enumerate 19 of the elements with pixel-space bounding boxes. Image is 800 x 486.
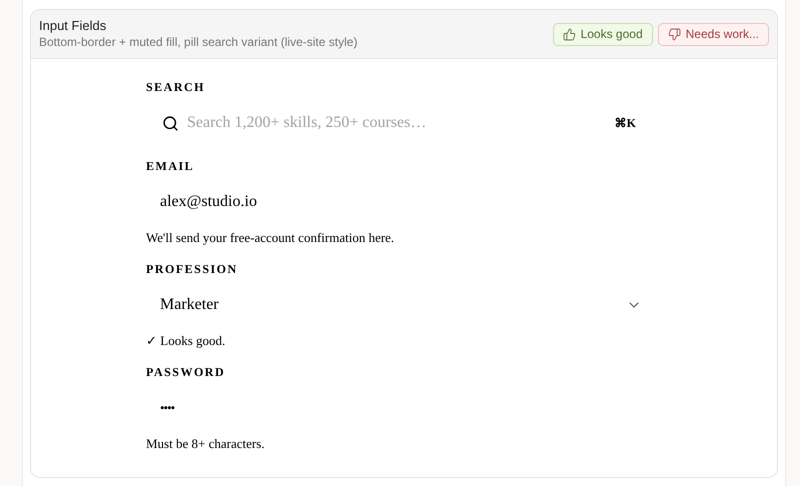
- field-label: PASSWORD: [146, 364, 226, 380]
- field-label: PROFESSION: [146, 261, 239, 277]
- password-field[interactable]: ••••: [146, 388, 656, 428]
- thumbs-down-icon: [668, 28, 681, 40]
- field-hint: We'll send your free-account confirmation here.: [146, 230, 396, 246]
- search-field[interactable]: Search 1,200+ skills, 250+ courses…: [187, 111, 615, 135]
- search-icon: [162, 114, 179, 132]
- card-subtitle: Bottom-border + muted fill, pill search variant (live-site style): [39, 34, 358, 51]
- email-field[interactable]: alex@studio.io: [146, 182, 656, 222]
- shortcut-hint: ⌘K: [614, 115, 636, 132]
- field-hint: ✓ Looks good.: [146, 333, 226, 349]
- thumbs-up-icon: [562, 28, 576, 40]
- select-field[interactable]: Marketer: [146, 285, 656, 325]
- card-title: Input Fields: [39, 17, 108, 34]
- field-hint: Must be 8+ characters.: [146, 436, 266, 452]
- needs-work-button[interactable]: Needs work...: [658, 22, 769, 46]
- looks-good-button[interactable]: Looks good: [552, 22, 653, 46]
- field-label: EMAIL: [146, 158, 196, 174]
- field-label: SEARCH: [146, 79, 206, 95]
